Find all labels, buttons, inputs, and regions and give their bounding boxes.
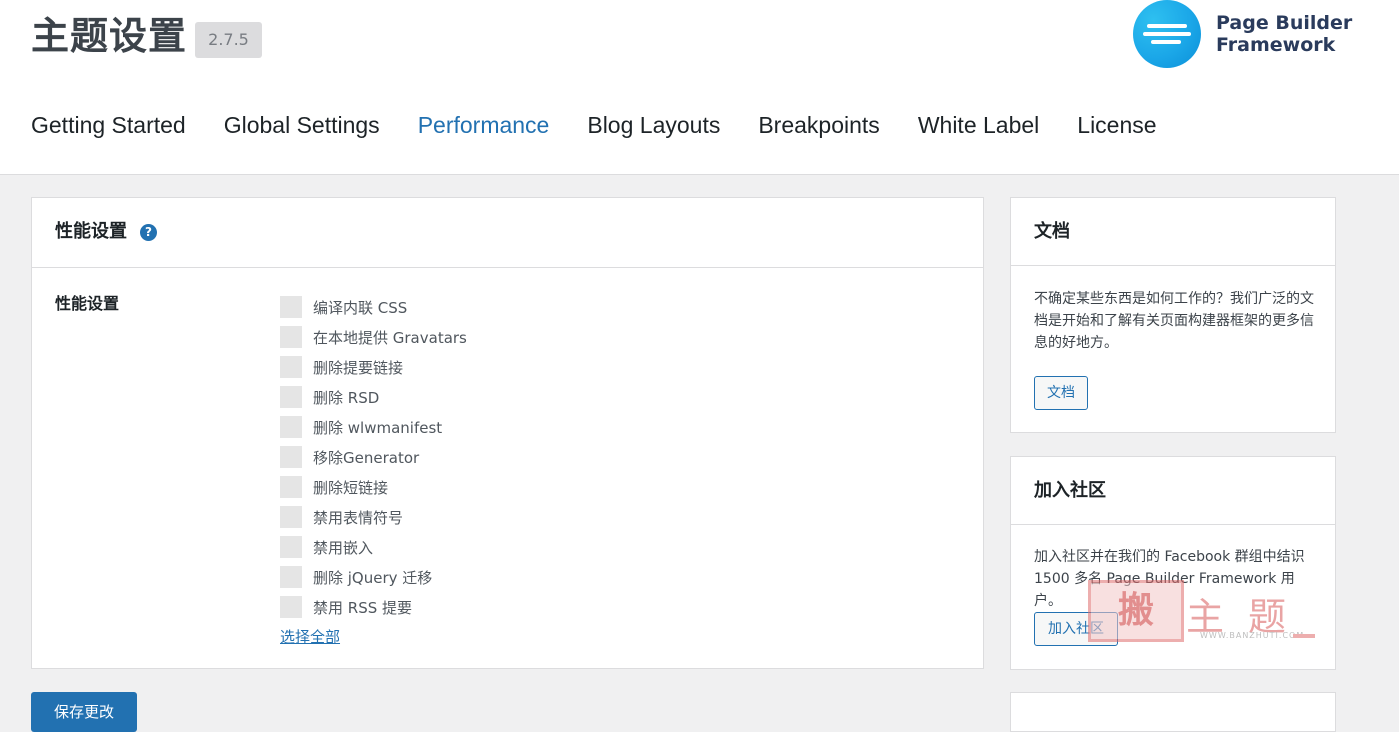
option-label: 禁用 RSS 提要 bbox=[313, 598, 413, 617]
option-label: 删除提要链接 bbox=[313, 358, 404, 377]
option-disable-embeds[interactable]: 禁用嵌入 bbox=[280, 532, 467, 562]
join-community-button[interactable]: 加入社区 bbox=[1034, 612, 1118, 646]
performance-field-label: 性能设置 bbox=[55, 294, 120, 313]
tab-license[interactable]: License bbox=[1077, 108, 1156, 142]
option-remove-jquery-migrate[interactable]: 删除 jQuery 迁移 bbox=[280, 562, 467, 592]
docs-button[interactable]: 文档 bbox=[1034, 376, 1088, 410]
checkbox[interactable] bbox=[280, 596, 302, 618]
checkbox[interactable] bbox=[280, 536, 302, 558]
docs-panel-title: 文档 bbox=[1034, 221, 1070, 242]
checkbox[interactable] bbox=[280, 386, 302, 408]
docs-panel: 文档 不确定某些东西是如何工作的？我们广泛的文档是开始和了解有关页面构建器框架的… bbox=[1010, 197, 1336, 433]
option-label: 删除 RSD bbox=[313, 388, 380, 407]
community-description: 加入社区并在我们的 Facebook 群组中结识 1500 多名 Page Bu… bbox=[1034, 549, 1305, 609]
performance-options-list: 编译内联 CSS 在本地提供 Gravatars 删除提要链接 删除 RSD 删… bbox=[280, 292, 467, 622]
help-icon[interactable]: ? bbox=[140, 224, 157, 241]
performance-panel-title: 性能设置 bbox=[55, 221, 127, 242]
option-disable-emojis[interactable]: 禁用表情符号 bbox=[280, 502, 467, 532]
option-compile-inline-css[interactable]: 编译内联 CSS bbox=[280, 292, 467, 322]
option-label: 删除 jQuery 迁移 bbox=[313, 568, 433, 587]
checkbox[interactable] bbox=[280, 296, 302, 318]
pbf-logo-icon bbox=[1133, 0, 1201, 68]
page-title: 主题设置 bbox=[31, 14, 188, 58]
checkbox[interactable] bbox=[280, 416, 302, 438]
community-panel-header: 加入社区 bbox=[1011, 457, 1335, 525]
option-label: 删除短链接 bbox=[313, 478, 389, 497]
save-changes-button[interactable]: 保存更改 bbox=[31, 692, 137, 732]
tab-breakpoints[interactable]: Breakpoints bbox=[758, 108, 879, 142]
settings-tabs: Getting Started Global Settings Performa… bbox=[31, 108, 1157, 142]
select-all-link[interactable]: 选择全部 bbox=[280, 626, 340, 647]
option-label: 在本地提供 Gravatars bbox=[313, 328, 467, 347]
docs-description: 不确定某些东西是如何工作的？我们广泛的文档是开始和了解有关页面构建器框架的更多信… bbox=[1034, 291, 1314, 351]
tab-getting-started[interactable]: Getting Started bbox=[31, 108, 186, 142]
docs-panel-header: 文档 bbox=[1011, 198, 1335, 266]
third-sidebar-panel bbox=[1010, 692, 1336, 732]
tab-blog-layouts[interactable]: Blog Layouts bbox=[587, 108, 720, 142]
option-remove-feed-links[interactable]: 删除提要链接 bbox=[280, 352, 467, 382]
option-local-gravatars[interactable]: 在本地提供 Gravatars bbox=[280, 322, 467, 352]
logo-line-2: Framework bbox=[1216, 34, 1336, 56]
option-remove-generator[interactable]: 移除Generator bbox=[280, 442, 467, 472]
option-label: 删除 wlwmanifest bbox=[313, 418, 443, 437]
logo-line-1: Page Builder bbox=[1216, 12, 1353, 34]
option-remove-wlwmanifest[interactable]: 删除 wlwmanifest bbox=[280, 412, 467, 442]
performance-panel: 性能设置 ? 性能设置 编译内联 CSS 在本地提供 Gravatars 删除提… bbox=[31, 197, 984, 669]
option-label: 禁用表情符号 bbox=[313, 508, 404, 527]
option-label: 禁用嵌入 bbox=[313, 538, 374, 557]
brand-logo-text: Page Builder Framework bbox=[1216, 12, 1376, 56]
checkbox[interactable] bbox=[280, 326, 302, 348]
option-disable-rss-feeds[interactable]: 禁用 RSS 提要 bbox=[280, 592, 467, 622]
option-label: 编译内联 CSS bbox=[313, 298, 408, 317]
checkbox[interactable] bbox=[280, 446, 302, 468]
option-label: 移除Generator bbox=[313, 448, 420, 467]
checkbox[interactable] bbox=[280, 506, 302, 528]
option-remove-shortlink[interactable]: 删除短链接 bbox=[280, 472, 467, 502]
community-panel-title: 加入社区 bbox=[1034, 480, 1106, 501]
performance-panel-header: 性能设置 ? bbox=[32, 198, 983, 268]
tab-global-settings[interactable]: Global Settings bbox=[224, 108, 380, 142]
version-badge: 2.7.5 bbox=[195, 22, 262, 58]
tab-white-label[interactable]: White Label bbox=[918, 108, 1039, 142]
tab-performance[interactable]: Performance bbox=[418, 108, 550, 142]
page-header: 主题设置 2.7.5 Page Builder Framework Gettin… bbox=[0, 0, 1399, 175]
checkbox[interactable] bbox=[280, 476, 302, 498]
checkbox[interactable] bbox=[280, 566, 302, 588]
community-panel: 加入社区 加入社区并在我们的 Facebook 群组中结识 1500 多名 Pa… bbox=[1010, 456, 1336, 670]
option-remove-rsd[interactable]: 删除 RSD bbox=[280, 382, 467, 412]
checkbox[interactable] bbox=[280, 356, 302, 378]
